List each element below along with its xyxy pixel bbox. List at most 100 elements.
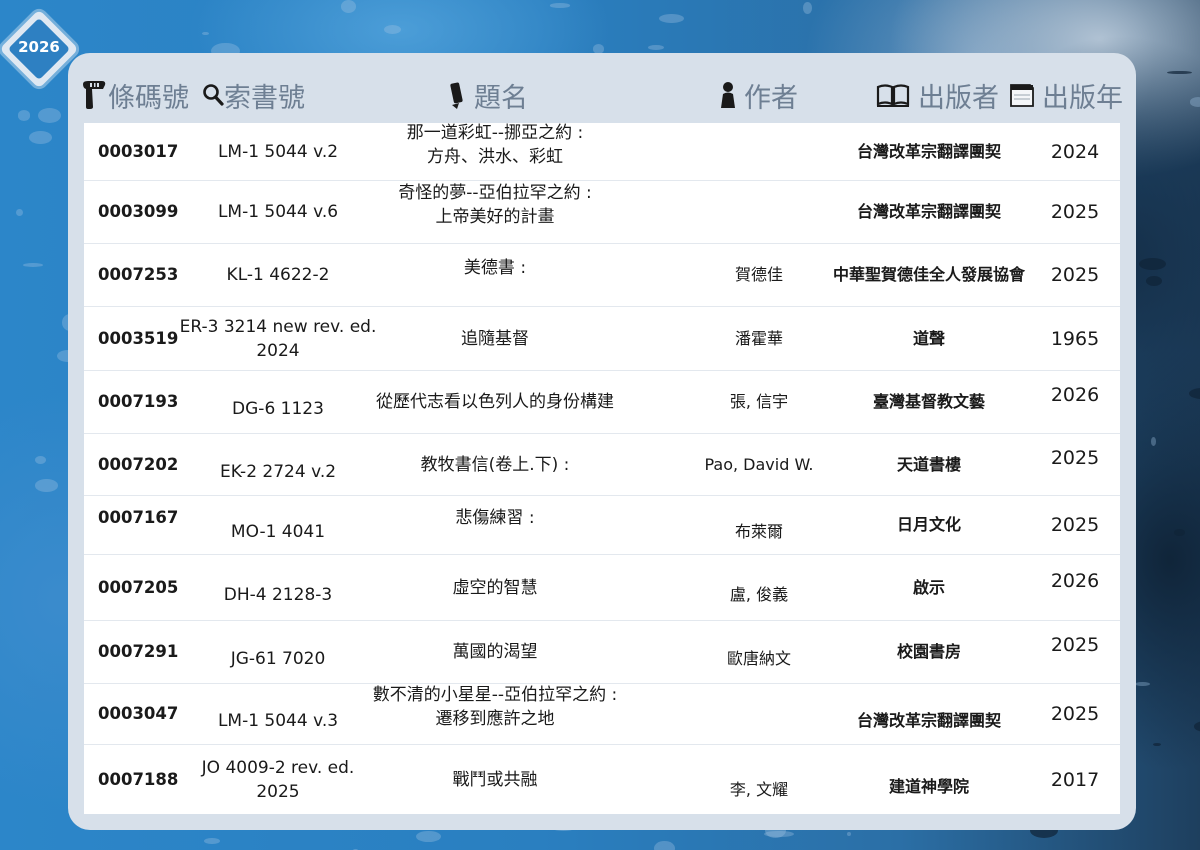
call-number-cell: DH-4 2128-3	[180, 562, 376, 627]
table-row: 0007291 JG-61 7020 萬國的渴望 歐唐納文 校園書房 2025	[84, 621, 1120, 684]
title-cell: 悲傷練習 :	[354, 489, 636, 547]
year-text: 1965	[1050, 327, 1100, 350]
author-cell: 布萊爾	[684, 503, 834, 561]
table-row: 0007193 DG-6 1123 從歷代志看以色列人的身份構建 張, 信宇 臺灣基督教…	[84, 371, 1120, 434]
author-cell: 賀德佳	[684, 244, 834, 306]
header-year-label: 出版年	[1042, 82, 1123, 114]
year-cell: 2024	[1040, 123, 1110, 180]
year-badge-label: 2026	[18, 38, 60, 56]
header-publisher: 出版者	[876, 74, 999, 116]
title-text: 數不清的小星星--亞伯拉罕之約 :	[372, 685, 618, 705]
header-title-label: 題名	[474, 82, 528, 114]
call-number-text: MO-1 4041	[230, 522, 326, 542]
year-text: 2026	[1050, 569, 1100, 592]
table-row: 0007167 MO-1 4041 悲傷練習 : 布萊爾 日月文化 2025	[84, 496, 1120, 555]
year-text: 2025	[1050, 634, 1100, 656]
call-number-text: DG-6 1123	[232, 399, 324, 419]
call-number-cell: MO-1 4041	[180, 503, 376, 561]
header-call-number-label: 索書號	[224, 82, 305, 114]
call-number-cell: LM-1 5044 v.6	[180, 181, 376, 243]
barcode-text: 0007202	[98, 454, 179, 474]
call-number-text: LM-1 5044 v.3	[217, 711, 339, 731]
year-cell: 2017	[1040, 745, 1110, 814]
barcode-cell: 0003047	[98, 684, 178, 744]
call-number-cell: EK-2 2724 v.2	[180, 441, 376, 502]
table-row: 0003519 ER-3 3214 new rev. ed. 2024 追隨基督 潘霍華…	[84, 307, 1120, 371]
barcode-text: 0007188	[98, 769, 179, 789]
texture-speck	[1189, 97, 1200, 107]
year-text: 2025	[1050, 264, 1100, 286]
author-text: 盧, 俊義	[729, 584, 789, 604]
barcode-cell: 0007205	[98, 555, 178, 620]
title-text: 方舟、洪水、彩虹	[427, 146, 563, 167]
title-text: 那一道彩虹--挪亞之約 :	[406, 122, 584, 143]
year-cell: 2026	[1040, 548, 1110, 613]
year-cell: 1965	[1040, 307, 1110, 370]
header-author: 作者	[718, 74, 798, 116]
barcode-cell: 0007202	[98, 434, 178, 495]
barcode-cell: 0003519	[98, 307, 178, 370]
author-text: 布萊爾	[734, 522, 783, 541]
catalog-table: 0003017 LM-1 5044 v.2 那一道彩虹--挪亞之約 : 方舟、洪水、彩…	[84, 123, 1120, 814]
author-text: 張, 信宇	[729, 392, 789, 411]
barcode-text: 0007205	[98, 577, 179, 597]
title-text: 美德書 :	[463, 258, 527, 278]
title-cell: 戰鬥或共融	[354, 745, 636, 814]
author-text: 李, 文耀	[729, 779, 789, 799]
author-text: 歐唐納文	[726, 649, 791, 668]
texture-speck	[1146, 276, 1162, 287]
calendar-icon	[1008, 81, 1036, 109]
title-cell: 美德書 :	[354, 237, 636, 299]
publisher-text: 日月文化	[896, 515, 961, 534]
barcode-text: 0007253	[98, 265, 179, 284]
header-title: 題名	[446, 74, 528, 116]
call-number-text: DH-4 2128-3	[223, 584, 333, 605]
barcode-text: 0003099	[98, 202, 179, 221]
person-icon	[718, 81, 738, 109]
call-number-text: JG-61 7020	[230, 649, 326, 669]
call-number-text: LM-1 5044 v.6	[217, 202, 339, 222]
publisher-text: 台灣改革宗翻譯團契	[856, 202, 1001, 221]
call-number-cell: KL-1 4622-2	[180, 244, 376, 306]
header-barcode-label: 條碼號	[108, 82, 189, 114]
author-cell: Pao, David W.	[684, 434, 834, 495]
year-text: 2025	[1050, 446, 1100, 469]
publisher-cell: 台灣改革宗翻譯團契	[824, 181, 1034, 243]
year-cell: 2025	[1040, 427, 1110, 488]
title-cell: 奇怪的夢--亞伯拉罕之約 : 上帝美好的計畫	[354, 174, 636, 236]
call-number-text: 2025	[256, 781, 300, 802]
call-number-text: JO 4009-2 rev. ed.	[201, 757, 355, 778]
publisher-cell: 台灣改革宗翻譯團契	[824, 691, 1034, 751]
title-text: 遷移到應許之地	[435, 709, 555, 729]
year-text: 2024	[1050, 140, 1100, 163]
year-cell: 2025	[1040, 614, 1110, 676]
barcode-cell: 0003017	[98, 123, 178, 180]
texture-speck	[202, 31, 209, 36]
barcode-text: 0007291	[98, 642, 179, 661]
table-row: 0003099 LM-1 5044 v.6 奇怪的夢--亞伯拉罕之約 : 上帝美好的計…	[84, 181, 1120, 244]
year-cell: 2026	[1040, 364, 1110, 426]
publisher-cell: 臺灣基督教文藝	[824, 371, 1034, 433]
author-cell	[684, 684, 834, 744]
pen-icon	[446, 80, 468, 110]
publisher-text: 道聲	[912, 328, 945, 348]
title-text: 教牧書信(卷上.下) :	[420, 454, 570, 475]
title-cell: 從歷代志看以色列人的身份構建	[354, 371, 636, 433]
call-number-text: 2024	[256, 340, 300, 361]
magnifier-icon	[202, 83, 224, 107]
call-number-cell: LM-1 5044 v.3	[180, 691, 376, 751]
call-number-text: EK-2 2724 v.2	[219, 461, 337, 482]
publisher-text: 天道書樓	[896, 454, 961, 474]
texture-speck	[383, 24, 401, 34]
author-cell: 張, 信宇	[684, 371, 834, 433]
author-text: 潘霍華	[734, 328, 783, 348]
call-number-text: KL-1 4622-2	[226, 265, 330, 285]
publisher-cell: 建道神學院	[824, 752, 1034, 821]
title-text: 萬國的渴望	[452, 642, 538, 662]
year-text: 2017	[1050, 768, 1100, 791]
title-text: 奇怪的夢--亞伯拉罕之約 :	[398, 183, 592, 203]
barcode-cell: 0007253	[98, 244, 178, 306]
year-text: 2025	[1050, 514, 1100, 536]
publisher-cell: 道聲	[824, 307, 1034, 370]
header-publisher-label: 出版者	[918, 82, 999, 114]
